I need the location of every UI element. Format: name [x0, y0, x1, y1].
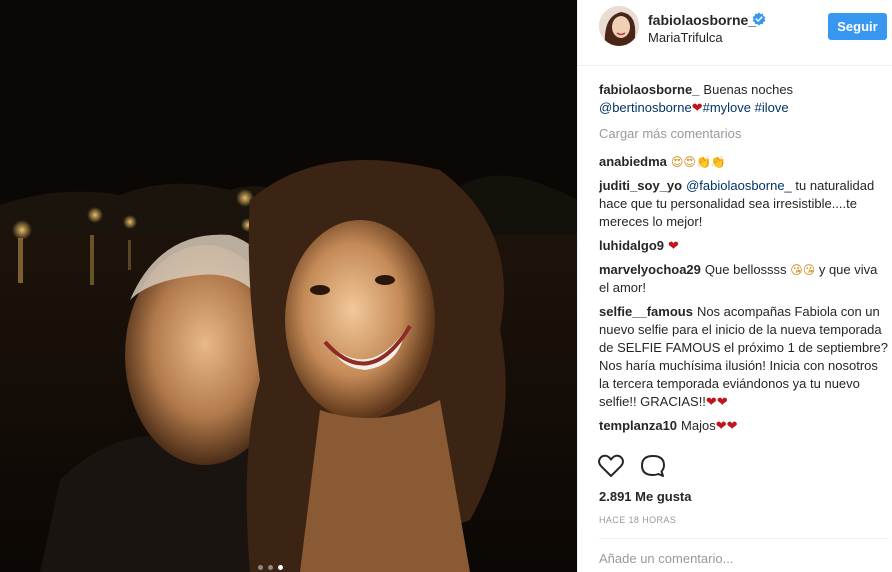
post-photo[interactable]: [0, 0, 577, 572]
avatar[interactable]: [599, 6, 639, 46]
comment-item: selfie__famous Nos acompañas Fabiola con …: [599, 303, 891, 411]
heart-outline-icon: [598, 454, 624, 477]
post-actions: [598, 453, 666, 481]
comment-username[interactable]: selfie__famous: [599, 304, 693, 319]
comment-bubble-icon: [641, 455, 665, 477]
caption-hashtag[interactable]: #ilove: [755, 100, 789, 115]
divider: [599, 538, 889, 539]
comment-text: Que bellossss: [704, 262, 787, 277]
comment-button[interactable]: [640, 453, 666, 479]
carousel-dot: [258, 565, 263, 570]
comment-item: juditi_soy_yo @fabiolaosborne_ tu natural…: [599, 177, 891, 231]
post-sidebar: fabiolaosborne_ MariaTrifulca Seguir fab…: [577, 0, 892, 572]
like-button[interactable]: [598, 453, 624, 479]
load-more-comments[interactable]: Cargar más comentarios: [599, 125, 891, 143]
follow-button[interactable]: Seguir: [828, 13, 887, 40]
post-caption: fabiolaosborne_ Buenas noches @bertinosbo…: [599, 81, 891, 117]
comment-item: templanza10 Majos❤❤: [599, 417, 891, 435]
comment-username[interactable]: luhidalgo9: [599, 238, 664, 253]
comment-text: Majos: [681, 418, 716, 433]
caption-hashtag[interactable]: #mylove: [703, 100, 751, 115]
heart-emoji: ❤: [691, 100, 703, 115]
carousel-dot-active: [278, 565, 283, 570]
comment-item: luhidalgo9 ❤: [599, 237, 891, 255]
night-selfie-photo: [0, 0, 577, 572]
comment-emoji: 😘😘: [790, 263, 816, 277]
comment-username[interactable]: templanza10: [599, 418, 677, 433]
comment-item: anabiedma 😍😍👏👏: [599, 153, 891, 171]
comment-text: Nos acompañas Fabiola con un nuevo selfi…: [599, 304, 889, 409]
heart-emoji: ❤❤: [715, 418, 738, 433]
add-comment-input[interactable]: [599, 551, 879, 566]
comment-username[interactable]: anabiedma: [599, 154, 667, 169]
comment-username[interactable]: fabiolaosborne_: [599, 82, 699, 97]
comment-username[interactable]: marvelyochoa29: [599, 262, 701, 277]
avatar-image: [599, 6, 639, 46]
caption-mention[interactable]: @bertinosborne: [599, 100, 692, 115]
post-timestamp[interactable]: HACE 18 HORAS: [599, 515, 676, 525]
post-username[interactable]: fabiolaosborne_: [648, 12, 756, 28]
comment-item: marvelyochoa29 Que bellossss 😘😘 y que viv…: [599, 261, 891, 297]
verified-badge-icon: [752, 12, 766, 26]
post-header: fabiolaosborne_ MariaTrifulca Seguir: [578, 0, 892, 66]
post-location[interactable]: MariaTrifulca: [648, 30, 723, 45]
heart-emoji: ❤❤: [705, 394, 728, 409]
carousel-indicator: [258, 565, 283, 570]
carousel-dot: [268, 565, 273, 570]
heart-emoji: ❤: [668, 238, 679, 253]
comment-username[interactable]: juditi_soy_yo: [599, 178, 682, 193]
caption-text: Buenas noches: [703, 82, 794, 97]
comments-list[interactable]: fabiolaosborne_ Buenas noches @bertinosbo…: [599, 81, 891, 443]
post-modal: fabiolaosborne_ MariaTrifulca Seguir fab…: [0, 0, 892, 572]
comment-mention[interactable]: @fabiolaosborne_: [686, 178, 792, 193]
comment-emoji: 😍😍👏👏: [670, 155, 726, 169]
likes-count[interactable]: 2.891 Me gusta: [599, 489, 692, 504]
